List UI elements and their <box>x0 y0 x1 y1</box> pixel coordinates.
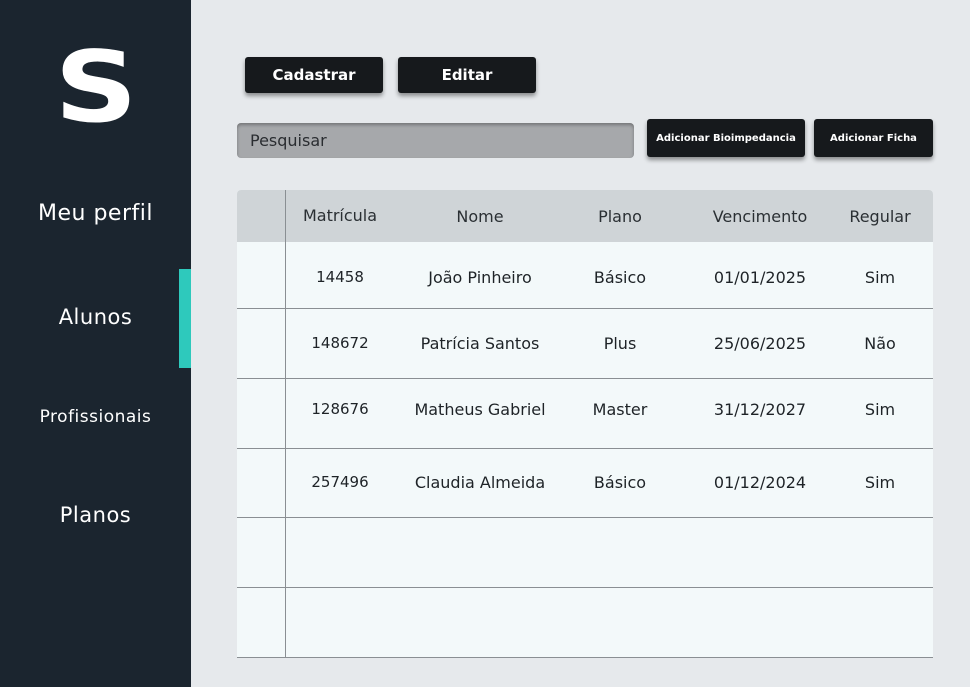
table-row[interactable]: 148672 Patrícia Santos Plus 25/06/2025 N… <box>237 309 933 378</box>
cell-vencimento: 25/06/2025 <box>713 334 807 353</box>
logo-letter: S <box>54 31 138 145</box>
cell-nome: Patrícia Santos <box>420 334 540 353</box>
cell-vencimento: 01/12/2024 <box>713 473 807 492</box>
selection-column-divider <box>285 190 286 658</box>
row-divider <box>237 657 933 658</box>
table-header: Matrícula Nome Plano Vencimento Regular <box>237 190 933 242</box>
empty-table-row <box>237 518 933 587</box>
cell-matricula: 14458 <box>316 268 364 286</box>
cell-matricula: 128676 <box>311 400 369 418</box>
cell-plano: Master <box>592 400 648 419</box>
cell-matricula: 148672 <box>311 334 369 352</box>
search-input[interactable] <box>237 123 634 158</box>
cell-vencimento: 31/12/2027 <box>713 400 807 419</box>
cell-plano: Plus <box>603 334 637 353</box>
cell-regular: Sim <box>864 473 896 492</box>
editar-button[interactable]: Editar <box>398 57 536 93</box>
sidebar-item-planos[interactable]: Planos <box>0 503 191 527</box>
cell-matricula: 257496 <box>311 473 369 491</box>
empty-table-row <box>237 588 933 657</box>
active-indicator <box>179 269 191 368</box>
table-row[interactable]: 14458 João Pinheiro Básico 01/01/2025 Si… <box>237 242 933 309</box>
adicionar-bioimpedancia-button[interactable]: Adicionar Bioimpedancia <box>647 119 805 157</box>
cadastrar-button[interactable]: Cadastrar <box>245 57 383 93</box>
column-header-regular[interactable]: Regular <box>849 207 910 226</box>
table-row[interactable]: 257496 Claudia Almeida Básico 01/12/2024… <box>237 449 933 518</box>
column-header-vencimento[interactable]: Vencimento <box>713 207 808 226</box>
sidebar-item-meu-perfil[interactable]: Meu perfil <box>0 201 191 226</box>
cell-nome: Matheus Gabriel <box>414 400 546 419</box>
cell-nome: João Pinheiro <box>428 268 532 287</box>
table-row[interactable]: 128676 Matheus Gabriel Master 31/12/2027… <box>237 379 933 448</box>
students-table: Matrícula Nome Plano Vencimento Regular … <box>237 190 933 658</box>
adicionar-ficha-button[interactable]: Adicionar Ficha <box>814 119 933 157</box>
column-header-plano[interactable]: Plano <box>598 207 642 226</box>
cell-nome: Claudia Almeida <box>414 473 546 492</box>
cell-regular: Sim <box>864 400 896 419</box>
column-header-nome[interactable]: Nome <box>456 207 503 226</box>
sidebar-item-alunos[interactable]: Alunos <box>0 305 191 329</box>
cell-plano: Básico <box>593 268 647 287</box>
logo: S <box>54 39 137 137</box>
sidebar: S Meu perfil Alunos Profissionais Planos <box>0 0 191 687</box>
cell-plano: Básico <box>593 473 647 492</box>
cell-regular: Sim <box>864 268 896 287</box>
column-header-matricula[interactable]: Matrícula <box>303 206 377 225</box>
sidebar-item-profissionais[interactable]: Profissionais <box>0 407 191 427</box>
cell-vencimento: 01/01/2025 <box>713 268 807 287</box>
cell-regular: Não <box>864 334 896 353</box>
